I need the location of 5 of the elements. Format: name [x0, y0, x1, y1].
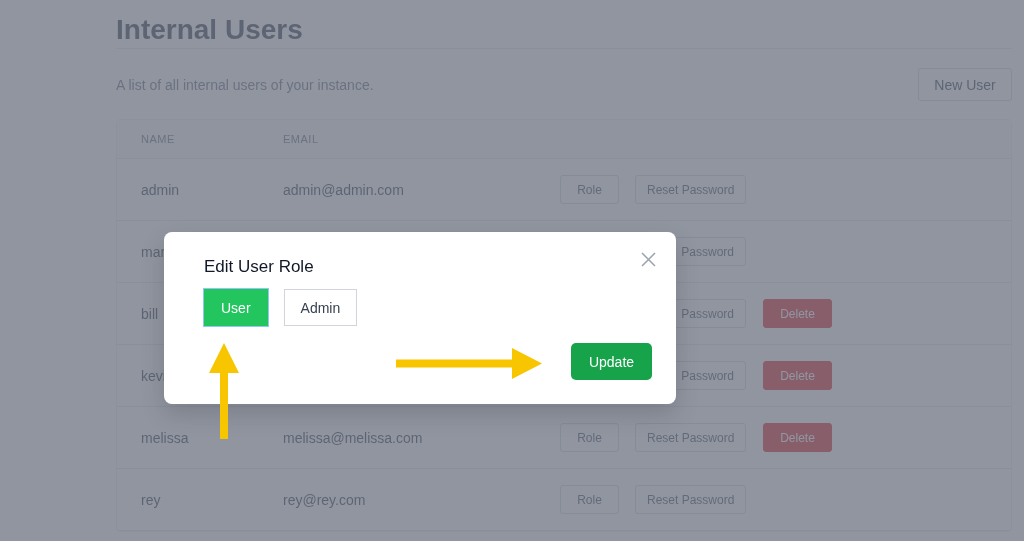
close-icon[interactable]	[641, 252, 656, 267]
update-button[interactable]: Update	[571, 343, 652, 380]
role-option[interactable]: Admin	[283, 289, 358, 326]
role-option[interactable]: User	[204, 289, 268, 326]
modal-title: Edit User Role	[204, 256, 314, 278]
